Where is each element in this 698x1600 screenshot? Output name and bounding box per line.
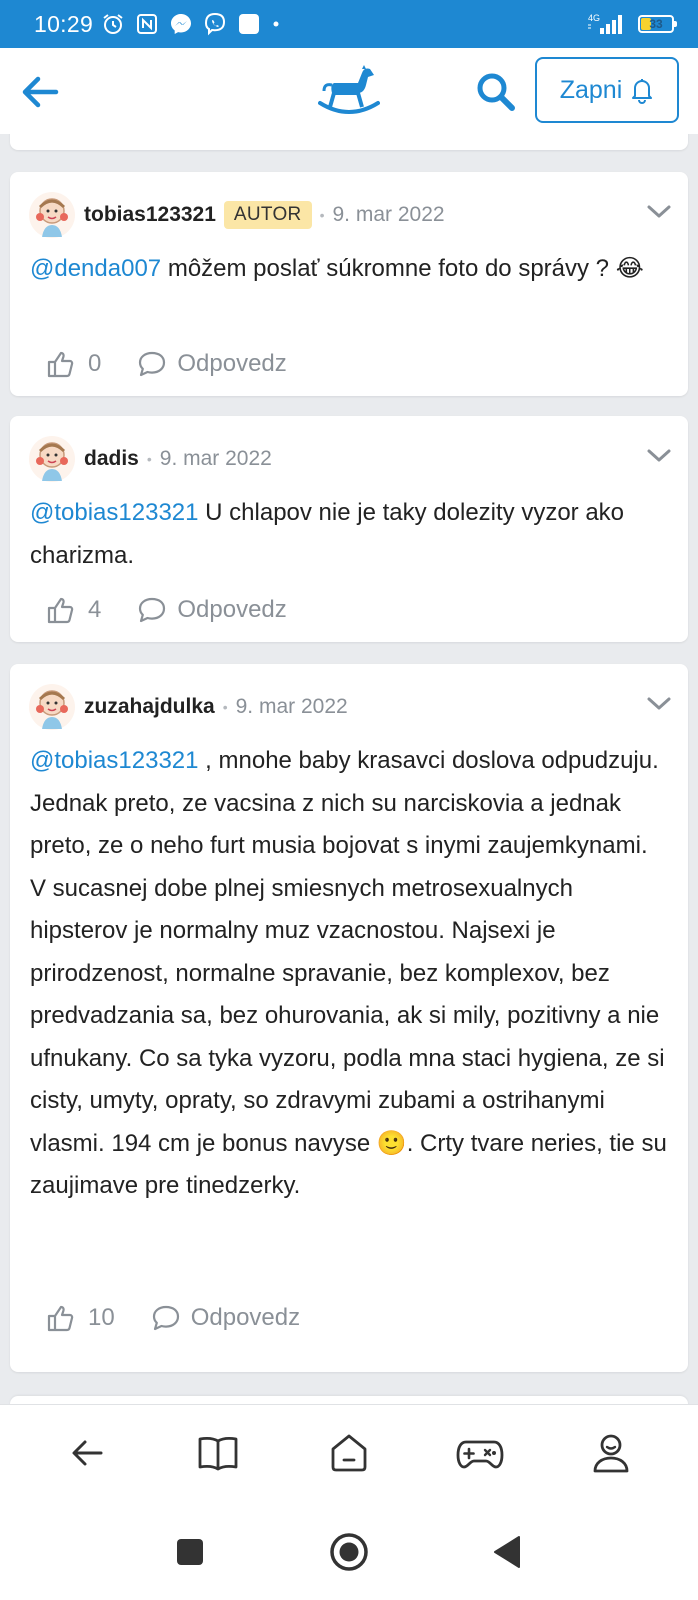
more-notifications-dot-icon	[273, 21, 279, 27]
like-button[interactable]: 4	[46, 595, 101, 625]
comment-card: zuzahajdulka • 9. mar 2022 @tobias123321…	[10, 664, 688, 1372]
like-button[interactable]: 10	[46, 1303, 115, 1333]
home-icon	[331, 1434, 367, 1471]
nav-games[interactable]	[452, 1425, 508, 1481]
arrow-left-icon	[22, 76, 59, 108]
comment-actions: 4 Odpovedz	[46, 590, 287, 630]
comment-author[interactable]: zuzahajdulka	[84, 695, 215, 719]
comment-header: zuzahajdulka • 9. mar 2022	[28, 682, 670, 732]
reply-button[interactable]: Odpovedz	[137, 596, 287, 624]
comment-body: , mnohe baby krasavci doslova odpudzuju.…	[30, 747, 667, 1199]
subscribe-label: Zapni	[559, 75, 623, 104]
next-comment-card	[10, 1396, 688, 1404]
back-button[interactable]	[16, 68, 64, 116]
battery-indicator: 33	[638, 15, 677, 33]
reply-button[interactable]: Odpovedz	[151, 1304, 300, 1332]
search-button[interactable]	[472, 68, 520, 116]
battery-label: 33	[649, 17, 663, 31]
separator-dot: •	[146, 451, 152, 467]
comments-feed[interactable]: tobias123321 AUTOR • 9. mar 2022 @denda0…	[0, 134, 698, 1404]
comment-text: @tobias123321 U chlapov nie je taky dole…	[30, 492, 668, 577]
nav-profile[interactable]	[583, 1425, 639, 1481]
recents-square-icon[interactable]	[168, 1530, 212, 1574]
thumbs-up-icon	[47, 597, 74, 624]
comment-text: @tobias123321 , mnohe baby krasavci dosl…	[30, 740, 668, 1208]
messenger-icon	[171, 14, 192, 34]
avatar[interactable]	[28, 435, 76, 483]
status-bar: 10:29 4G 33	[0, 0, 698, 48]
reply-label: Odpovedz	[190, 1304, 301, 1331]
speech-bubble-icon	[139, 351, 166, 377]
comment-actions: 10 Odpovedz	[46, 1298, 300, 1338]
status-notification-icons	[101, 12, 281, 36]
like-count: 4	[88, 596, 102, 623]
nav-home[interactable]	[321, 1425, 377, 1481]
comment-header: dadis • 9. mar 2022	[28, 434, 670, 484]
back-triangle-icon[interactable]	[486, 1530, 530, 1574]
signal-4g-icon: 4G	[588, 13, 622, 34]
comment-date: 9. mar 2022	[159, 447, 272, 470]
nav-back[interactable]	[59, 1425, 115, 1481]
rocking-horse-icon	[318, 65, 380, 114]
home-circle-icon[interactable]	[327, 1530, 371, 1574]
comment-card: dadis • 9. mar 2022 @tobias123321 U chla…	[10, 416, 688, 642]
avatar[interactable]	[28, 683, 76, 731]
comment-header: tobias123321 AUTOR • 9. mar 2022	[28, 190, 670, 240]
comment-body: môžem poslať súkromne foto do správy ? 😂	[161, 255, 644, 282]
rocking-horse-logo[interactable]	[318, 63, 380, 119]
thumbs-up-icon	[47, 1305, 74, 1332]
comment-author[interactable]: tobias123321	[84, 203, 216, 227]
like-count: 0	[88, 350, 102, 377]
gamepad-icon	[456, 1440, 504, 1468]
mention-link[interactable]: @tobias123321	[30, 499, 199, 526]
chevron-down-icon[interactable]	[644, 688, 674, 718]
comment-author[interactable]: dadis	[84, 447, 139, 471]
comment-date: 9. mar 2022	[235, 695, 348, 718]
book-icon	[198, 1436, 238, 1470]
comment-text: @denda007 môžem poslať súkromne foto do …	[30, 248, 668, 291]
back-arrow-icon	[72, 1440, 103, 1465]
author-badge: AUTOR	[223, 201, 312, 229]
app-notification-icon	[239, 14, 260, 34]
comment-date: 9. mar 2022	[332, 203, 445, 226]
viber-icon	[205, 12, 226, 36]
app-bar: Zapni	[0, 48, 698, 134]
reply-button[interactable]: Odpovedz	[137, 350, 287, 378]
chevron-down-icon[interactable]	[644, 440, 674, 470]
network-label: 4G	[588, 13, 600, 23]
bell-icon	[632, 79, 653, 104]
separator-dot: •	[319, 207, 325, 223]
speech-bubble-icon	[152, 1305, 179, 1331]
avatar[interactable]	[28, 191, 76, 239]
reply-label: Odpovedz	[177, 350, 287, 377]
mention-link[interactable]: @tobias123321	[30, 747, 199, 774]
like-count: 10	[88, 1304, 115, 1331]
previous-comment-card	[10, 134, 688, 150]
reply-label: Odpovedz	[177, 596, 287, 623]
comment-card: tobias123321 AUTOR • 9. mar 2022 @denda0…	[10, 172, 688, 396]
profile-icon	[593, 1434, 628, 1472]
nav-magazine[interactable]	[190, 1425, 246, 1481]
chevron-down-icon[interactable]	[644, 196, 674, 226]
thumbs-up-icon	[47, 351, 74, 378]
system-navigation-bar	[0, 1500, 698, 1600]
like-button[interactable]: 0	[46, 349, 101, 379]
nfc-icon	[137, 14, 158, 34]
separator-dot: •	[222, 699, 228, 715]
speech-bubble-icon	[139, 597, 166, 623]
search-icon	[477, 73, 515, 111]
comment-actions: 0 Odpovedz	[46, 344, 287, 384]
bottom-navigation	[0, 1404, 698, 1500]
status-time: 10:29	[34, 10, 94, 37]
alarm-icon	[103, 14, 123, 34]
mention-link[interactable]: @denda007	[30, 255, 161, 282]
subscribe-button[interactable]: Zapni	[535, 57, 679, 123]
